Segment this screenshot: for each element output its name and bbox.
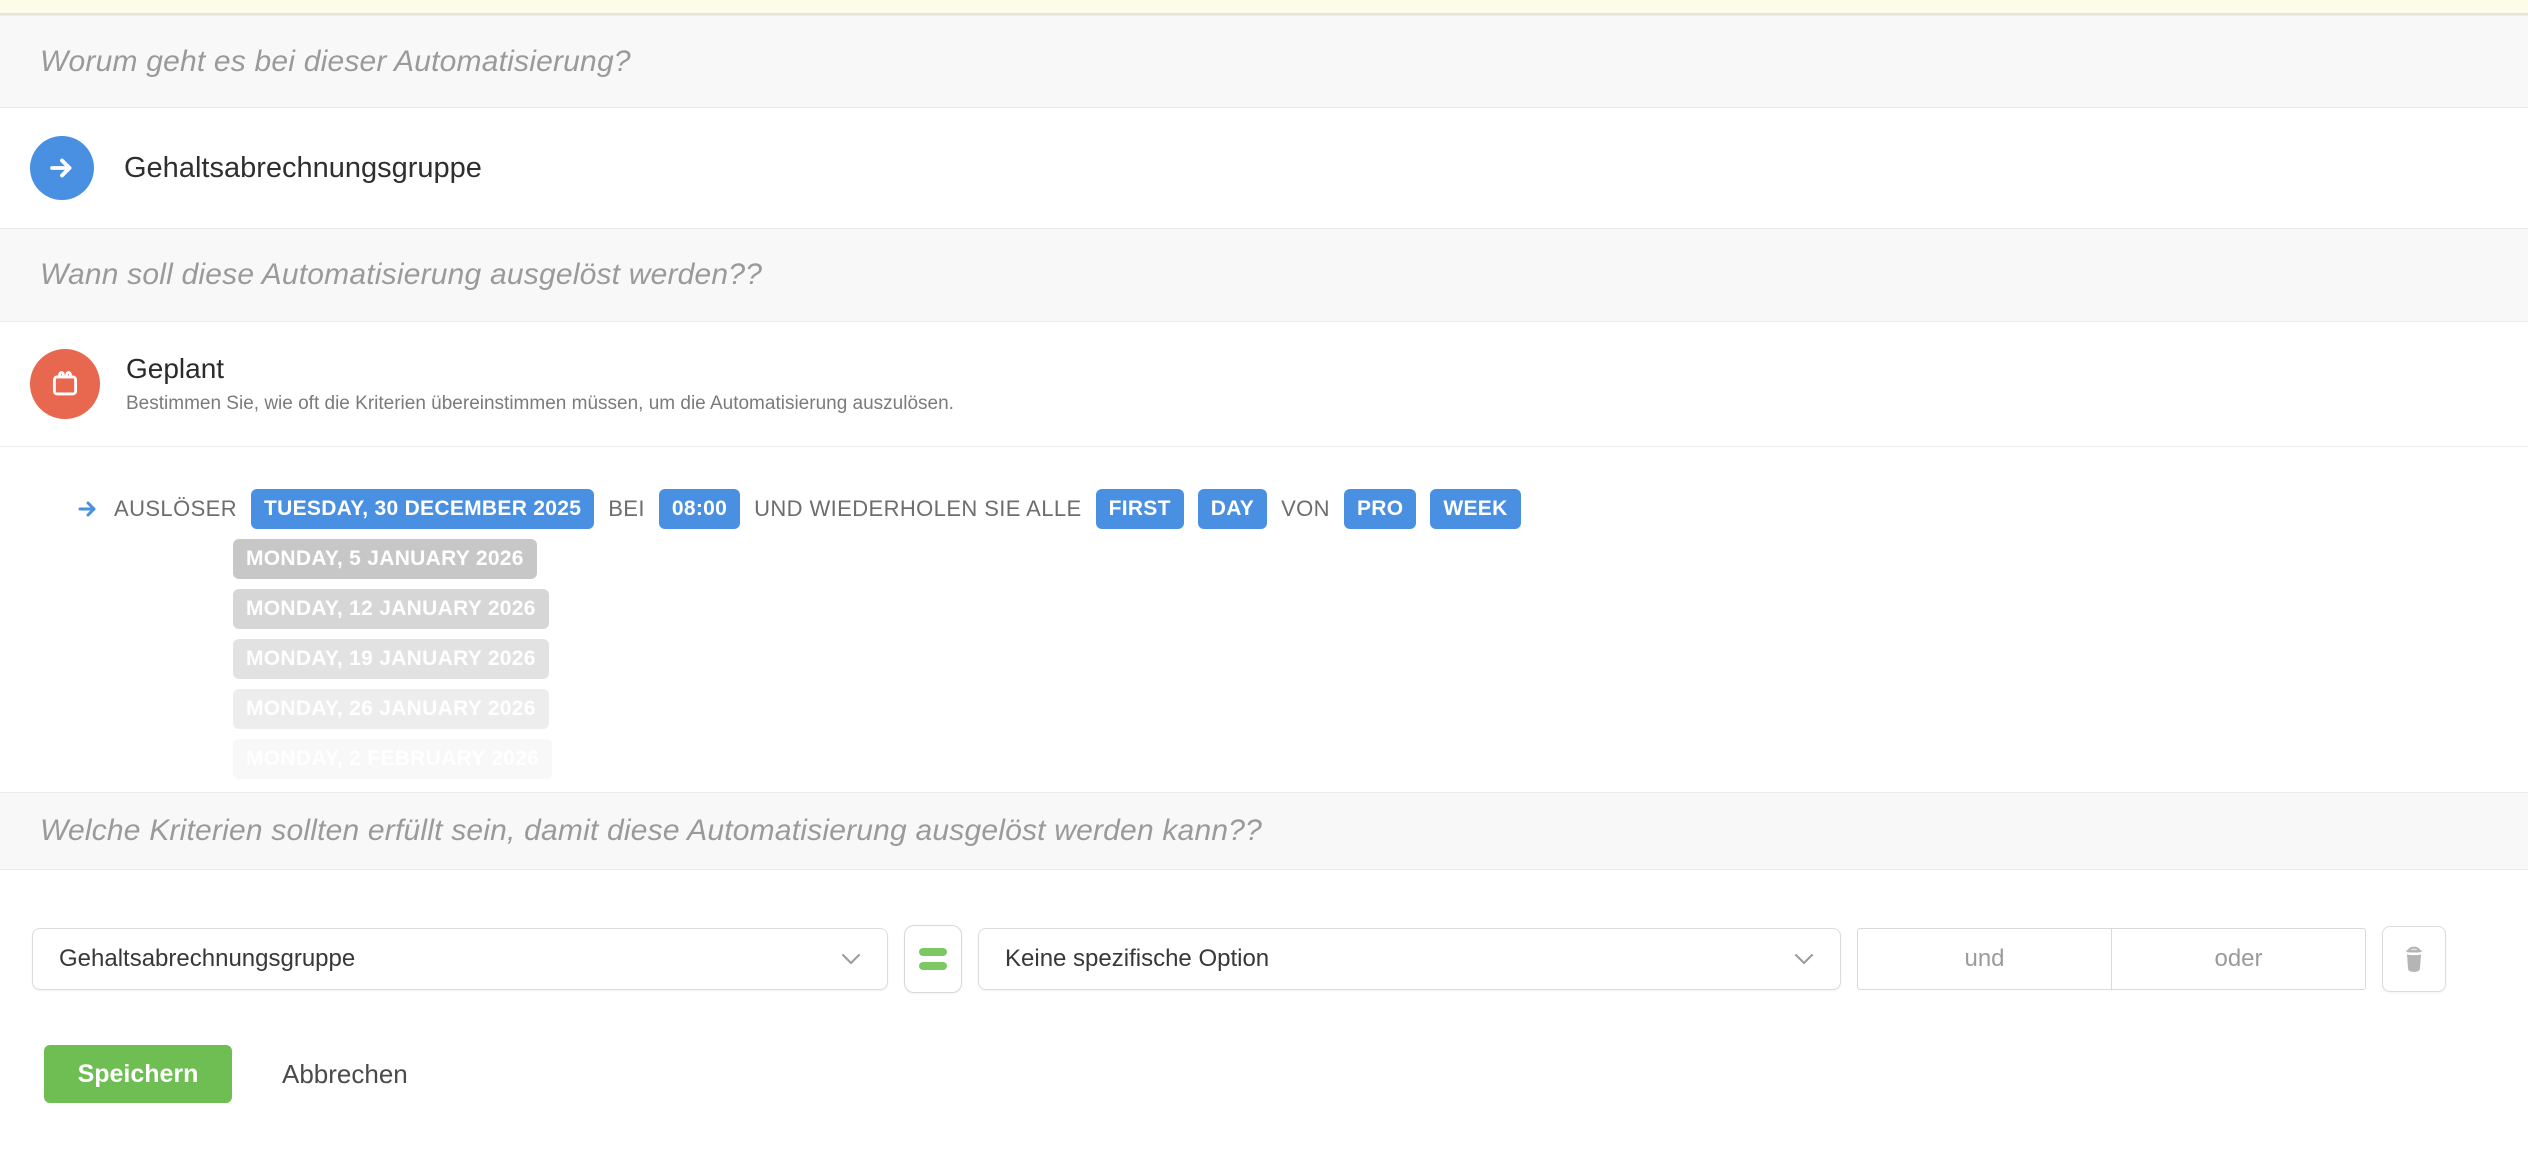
trigger-type-title: Geplant (126, 353, 954, 385)
equals-icon (919, 962, 947, 970)
or-button[interactable]: oder (2111, 929, 2365, 989)
start-date-badge[interactable]: TUESDAY, 30 DECEMBER 2025 (251, 489, 594, 529)
chevron-down-icon (1794, 953, 1814, 965)
and-or-group: und oder (1857, 928, 2366, 990)
criteria-option-select[interactable]: Keine spezifische Option (978, 928, 1841, 990)
equals-operator-button[interactable] (904, 925, 962, 993)
top-banner (0, 0, 2528, 15)
trash-icon (2401, 945, 2427, 973)
upcoming-date-badge: MONDAY, 2 FEBRUARY 2026 (233, 739, 552, 779)
per-badge[interactable]: PRO (1344, 489, 1416, 529)
section-header-criteria: Welche Kriterien sollten erfüllt sein, d… (0, 792, 2528, 870)
upcoming-dates-list: MONDAY, 5 JANUARY 2026 MONDAY, 12 JANUAR… (233, 539, 2528, 779)
unit-badge[interactable]: DAY (1198, 489, 1267, 529)
schedule-area: AUSLÖSER TUESDAY, 30 DECEMBER 2025 BEI 0… (0, 447, 2528, 792)
criteria-field-select[interactable]: Gehaltsabrechnungsgruppe (32, 928, 888, 990)
equals-icon (919, 948, 947, 956)
label-repeat: UND WIEDERHOLEN SIE ALLE (754, 496, 1081, 522)
automation-name-row[interactable]: Gehaltsabrechnungsgruppe (0, 108, 2528, 228)
trigger-arrow-icon (76, 497, 100, 521)
trigger-type-description: Bestimmen Sie, wie oft die Kriterien übe… (126, 393, 954, 415)
criteria-row: Gehaltsabrechnungsgruppe Keine spezifisc… (0, 925, 2528, 993)
upcoming-date-badge: MONDAY, 26 JANUARY 2026 (233, 689, 549, 729)
save-button[interactable]: Speichern (44, 1045, 232, 1103)
and-button[interactable]: und (1858, 929, 2111, 989)
section-header-about: Worum geht es bei dieser Automatisierung… (0, 15, 2528, 108)
chevron-down-icon (841, 953, 861, 965)
question-criteria-text: Welche Kriterien sollten erfüllt sein, d… (40, 814, 1262, 848)
label-bei: BEI (608, 496, 645, 522)
question-about-text: Worum geht es bei dieser Automatisierung… (40, 45, 631, 79)
upcoming-date-badge: MONDAY, 5 JANUARY 2026 (233, 539, 537, 579)
section-header-when: Wann soll diese Automatisierung ausgelös… (0, 228, 2528, 322)
criteria-section: Gehaltsabrechnungsgruppe Keine spezifisc… (0, 870, 2528, 1152)
upcoming-date-badge: MONDAY, 12 JANUARY 2026 (233, 589, 549, 629)
period-badge[interactable]: WEEK (1430, 489, 1520, 529)
cancel-button[interactable]: Abbrechen (282, 1059, 408, 1090)
ordinal-badge[interactable]: FIRST (1096, 489, 1184, 529)
trigger-type-row[interactable]: Geplant Bestimmen Sie, wie oft die Krite… (0, 322, 2528, 447)
question-when-text: Wann soll diese Automatisierung ausgelös… (40, 258, 762, 292)
delete-criteria-button[interactable] (2382, 926, 2446, 992)
schedule-sentence: AUSLÖSER TUESDAY, 30 DECEMBER 2025 BEI 0… (76, 489, 2528, 529)
upcoming-date-badge: MONDAY, 19 JANUARY 2026 (233, 639, 549, 679)
criteria-option-value: Keine spezifische Option (1005, 945, 1269, 973)
calendar-circle-icon (30, 349, 100, 419)
label-ausloeser: AUSLÖSER (114, 496, 237, 522)
criteria-field-value: Gehaltsabrechnungsgruppe (59, 945, 355, 973)
arrow-circle-icon (30, 136, 94, 200)
time-badge[interactable]: 08:00 (659, 489, 740, 529)
actions-row: Speichern Abbrechen (0, 1045, 2528, 1103)
label-von: VON (1281, 496, 1330, 522)
automation-name-label: Gehaltsabrechnungsgruppe (124, 152, 482, 185)
